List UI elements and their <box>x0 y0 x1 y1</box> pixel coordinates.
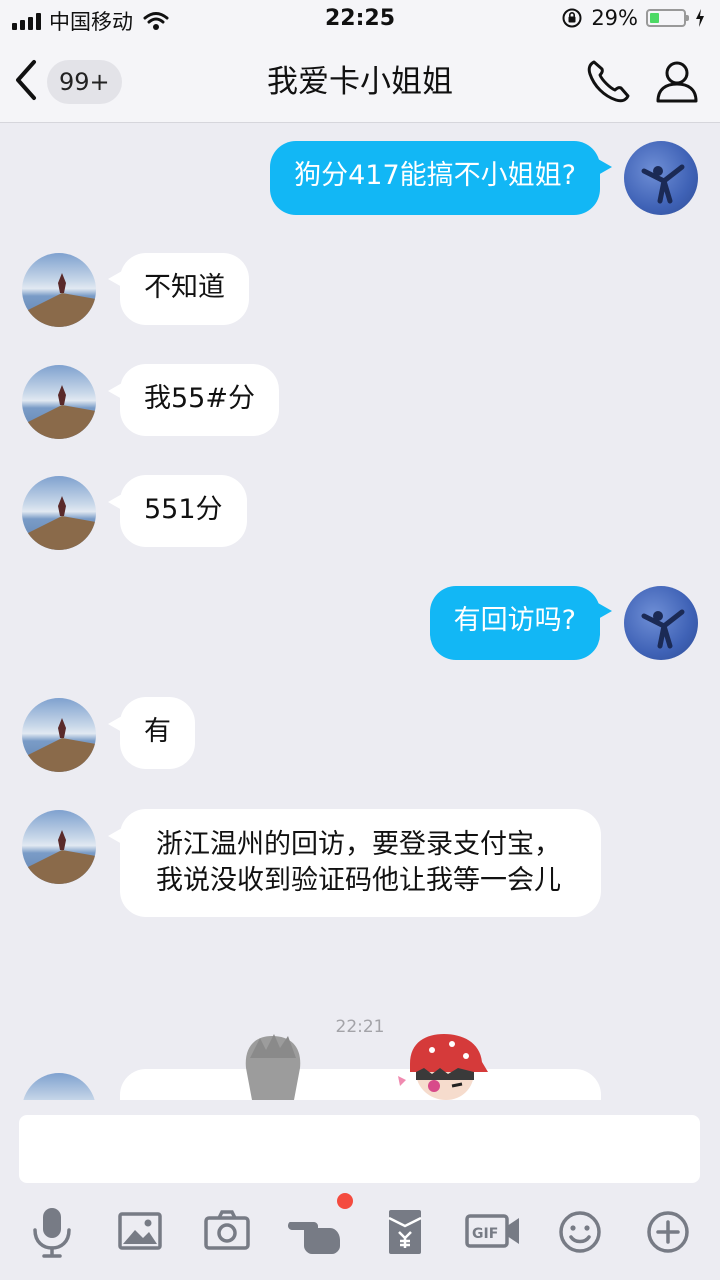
message-bubble-incoming[interactable]: 不知道 <box>120 253 249 325</box>
message-text: 551分 <box>144 494 223 525</box>
red-packet-icon[interactable] <box>375 1200 435 1264</box>
message-text: 有回访吗? <box>453 605 576 636</box>
chat-header: 99+ 我爱卡小姐姐 <box>0 40 720 123</box>
contact-avatar[interactable] <box>22 365 96 439</box>
gif-icon[interactable]: GIF <box>463 1200 523 1264</box>
contact-avatar[interactable] <box>22 810 96 884</box>
message-text: 我55#分 <box>144 383 255 414</box>
message-list[interactable]: 狗分417能搞不小姐姐? 不知道 我55#分 551分 有回访吗? 有 浙江温州… <box>0 123 720 1100</box>
message-bubble-incoming[interactable] <box>120 1069 601 1100</box>
battery-percent: 29% <box>591 6 638 30</box>
message-bubble-outgoing[interactable]: 有回访吗? <box>429 586 600 660</box>
my-avatar[interactable] <box>624 141 698 215</box>
microphone-icon[interactable] <box>22 1200 82 1264</box>
phone-icon[interactable] <box>584 56 634 106</box>
charging-icon <box>696 9 704 27</box>
status-bar: 中国移动 22:25 29% <box>0 0 720 40</box>
message-text: 浙江温州的回访，要登录支付宝，我说没收到验证码他让我等一会儿 <box>156 829 561 896</box>
bubble-tail <box>598 603 612 619</box>
notification-dot <box>337 1193 353 1209</box>
my-avatar[interactable] <box>624 586 698 660</box>
chat-toolbar: GIF <box>0 1200 720 1270</box>
svg-text:GIF: GIF <box>472 1226 498 1242</box>
message-text: 有 <box>144 716 171 747</box>
orientation-lock-icon <box>562 8 582 28</box>
status-right: 29% <box>561 6 706 30</box>
emoji-icon[interactable] <box>550 1200 610 1264</box>
message-bubble-incoming[interactable]: 我55#分 <box>120 364 279 436</box>
contact-avatar[interactable] <box>22 698 96 772</box>
poke-icon[interactable] <box>286 1200 350 1264</box>
message-bubble-incoming[interactable]: 浙江温州的回访，要登录支付宝，我说没收到验证码他让我等一会儿 <box>120 809 601 917</box>
bubble-tail <box>598 159 612 175</box>
contact-avatar[interactable] <box>22 253 96 327</box>
contact-avatar[interactable] <box>22 476 96 550</box>
battery-icon <box>646 9 689 27</box>
message-bubble-outgoing[interactable]: 狗分417能搞不小姐姐? <box>270 141 600 215</box>
message-timestamp: 22:21 <box>335 1017 385 1037</box>
message-text: 不知道 <box>144 272 225 303</box>
message-bubble-incoming[interactable]: 551分 <box>120 475 247 547</box>
contact-avatar[interactable] <box>22 1073 96 1100</box>
message-text: 狗分417能搞不小姐姐? <box>294 160 576 191</box>
image-icon[interactable] <box>110 1200 170 1264</box>
profile-icon[interactable] <box>652 56 702 106</box>
message-input[interactable] <box>19 1115 700 1183</box>
plus-icon[interactable] <box>638 1200 698 1264</box>
red-cap-character-sticker <box>398 1034 488 1100</box>
message-bubble-incoming[interactable]: 有 <box>120 697 195 769</box>
grey-character-sticker <box>245 1034 301 1100</box>
camera-icon[interactable] <box>197 1200 257 1264</box>
